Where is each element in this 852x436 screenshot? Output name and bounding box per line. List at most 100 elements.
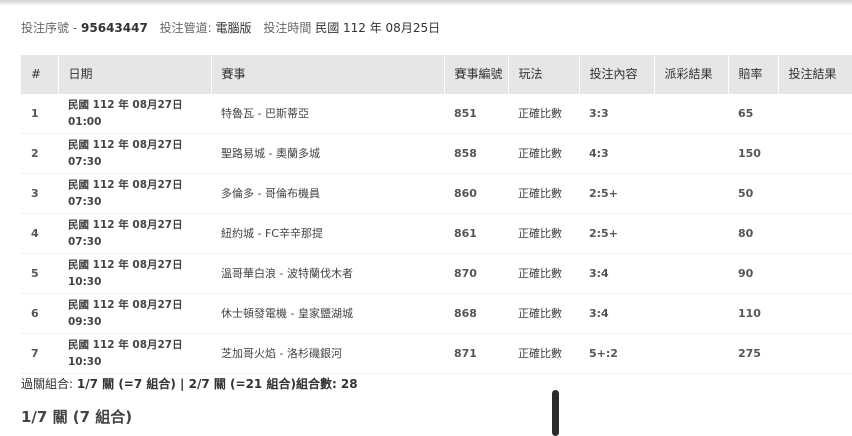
channel-label: 投注管道: (159, 21, 212, 35)
row-bet-content: 2:5+ (579, 173, 654, 214)
row-bet-result (778, 213, 852, 254)
row-match: 溫哥華白浪 - 波特蘭伐木者 (211, 253, 444, 294)
row-bet-result (778, 94, 852, 134)
row-play-type: 正確比數 (508, 333, 579, 374)
row-index: 6 (21, 293, 58, 334)
header-odds: 賠率 (728, 55, 779, 94)
row-odds: 80 (728, 213, 778, 254)
section-title: 1/7 關 (7 組合) (21, 408, 133, 426)
row-odds: 65 (728, 94, 778, 134)
row-payout-result (654, 213, 728, 254)
table-row: 1 民國 112 年 08月27日 01:00 特魯瓦 - 巴斯蒂亞 851 正確… (21, 94, 852, 134)
table-header-row: # 日期 賽事 賽事編號 玩法 投注內容 派彩結果 賠率 投注結果 (21, 55, 852, 94)
row-bet-result (778, 333, 852, 374)
row-match-code: 868 (444, 293, 508, 334)
row-date: 民國 112 年 08月27日 01:00 (58, 94, 211, 134)
row-odds: 110 (728, 293, 778, 334)
row-payout-result (654, 133, 728, 174)
row-bet-result (778, 293, 852, 334)
row-date-day: 民國 112 年 08月27日 (68, 298, 183, 311)
row-odds: 50 (728, 173, 778, 214)
header-play-type: 玩法 (508, 55, 580, 94)
header-payout-result: 派彩結果 (654, 55, 729, 94)
row-index: 4 (21, 213, 58, 254)
row-bet-result (778, 253, 852, 294)
table-row: 2 民國 112 年 08月27日 07:30 聖路易城 - 奧蘭多城 858 正… (21, 133, 852, 174)
row-bet-content: 3:4 (579, 253, 654, 294)
row-date-day: 民國 112 年 08月27日 (68, 218, 183, 231)
time-value: 民國 112 年 08月25日 (315, 21, 441, 35)
row-play-type: 正確比數 (508, 293, 579, 334)
header-date: 日期 (58, 55, 212, 94)
table-row: 5 民國 112 年 08月27日 10:30 溫哥華白浪 - 波特蘭伐木者 87… (21, 253, 852, 294)
header-match-code: 賽事編號 (444, 55, 509, 94)
row-match-code: 871 (444, 333, 508, 374)
row-odds: 90 (728, 253, 778, 294)
channel-value: 電腦版 (215, 21, 252, 35)
time-label: 投注時間 (263, 21, 312, 35)
row-date-day: 民國 112 年 08月27日 (68, 98, 183, 111)
serial-value: 95643447 (81, 21, 148, 35)
header-bet-result: 投注結果 (778, 55, 852, 94)
table-row: 7 民國 112 年 08月27日 10:30 芝加哥火焰 - 洛杉磯銀河 871… (21, 333, 852, 374)
row-odds: 275 (728, 333, 778, 374)
row-bet-result (778, 173, 852, 214)
row-date: 民國 112 年 08月27日 10:30 (58, 253, 211, 294)
row-match-code: 860 (444, 173, 508, 214)
scrollbar-thumb[interactable] (552, 390, 559, 436)
header-bet-content: 投注內容 (579, 55, 655, 94)
row-match-code: 861 (444, 213, 508, 254)
row-match-code: 858 (444, 133, 508, 174)
bet-table: # 日期 賽事 賽事編號 玩法 投注內容 派彩結果 賠率 投注結果 1 民國 1… (21, 55, 852, 374)
top-shadow (0, 0, 852, 6)
row-index: 5 (21, 253, 58, 294)
row-bet-content: 3:4 (579, 293, 654, 334)
row-date-time: 09:30 (68, 315, 102, 328)
row-index: 2 (21, 133, 58, 174)
row-date: 民國 112 年 08月27日 09:30 (58, 293, 211, 334)
row-payout-result (654, 253, 728, 294)
row-index: 1 (21, 94, 58, 134)
row-date: 民國 112 年 08月27日 07:30 (58, 213, 211, 254)
ticket-info: 投注序號 - 95643447 投注管道: 電腦版 投注時間 民國 112 年 … (21, 19, 440, 36)
row-date-day: 民國 112 年 08月27日 (68, 138, 183, 151)
serial-separator: - (72, 21, 78, 35)
row-play-type: 正確比數 (508, 94, 579, 134)
serial-label: 投注序號 (21, 21, 70, 35)
row-bet-content: 4:3 (579, 133, 654, 174)
row-date-time: 07:30 (68, 235, 102, 248)
row-bet-content: 2:5+ (579, 213, 654, 254)
row-play-type: 正確比數 (508, 213, 579, 254)
row-bet-content: 3:3 (579, 94, 654, 134)
header-match: 賽事 (211, 55, 445, 94)
row-date-time: 07:30 (68, 195, 102, 208)
row-date: 民國 112 年 08月27日 10:30 (58, 333, 211, 374)
row-play-type: 正確比數 (508, 173, 579, 214)
header-index: # (21, 55, 59, 94)
row-date-day: 民國 112 年 08月27日 (68, 178, 183, 191)
table-row: 3 民國 112 年 08月27日 07:30 多倫多 - 哥倫布機員 860 正… (21, 173, 852, 214)
row-date-time: 07:30 (68, 155, 102, 168)
row-play-type: 正確比數 (508, 253, 579, 294)
row-payout-result (654, 333, 728, 374)
row-match-code: 870 (444, 253, 508, 294)
row-date-day: 民國 112 年 08月27日 (68, 258, 183, 271)
parlay-summary: 過關組合: 1/7 關 (=7 組合) | 2/7 關 (=21 組合)組合數:… (21, 375, 358, 392)
row-play-type: 正確比數 (508, 133, 579, 174)
summary-text: 1/7 關 (=7 組合) | 2/7 關 (=21 組合)組合數: 28 (76, 377, 358, 391)
row-date-time: 10:30 (68, 355, 102, 368)
row-payout-result (654, 293, 728, 334)
row-odds: 150 (728, 133, 778, 174)
row-bet-result (778, 133, 852, 174)
row-date: 民國 112 年 08月27日 07:30 (58, 133, 211, 174)
table-row: 6 民國 112 年 08月27日 09:30 休士頓發電機 - 皇家鹽湖城 86… (21, 293, 852, 334)
row-match: 紐約城 - FC辛辛那提 (211, 213, 444, 254)
row-date-time: 10:30 (68, 275, 102, 288)
row-payout-result (654, 173, 728, 214)
summary-label: 過關組合: (21, 377, 74, 391)
row-match-code: 851 (444, 94, 508, 134)
row-match: 多倫多 - 哥倫布機員 (211, 173, 444, 214)
row-date-time: 01:00 (68, 115, 102, 128)
row-index: 7 (21, 333, 58, 374)
row-match: 休士頓發電機 - 皇家鹽湖城 (211, 293, 444, 334)
